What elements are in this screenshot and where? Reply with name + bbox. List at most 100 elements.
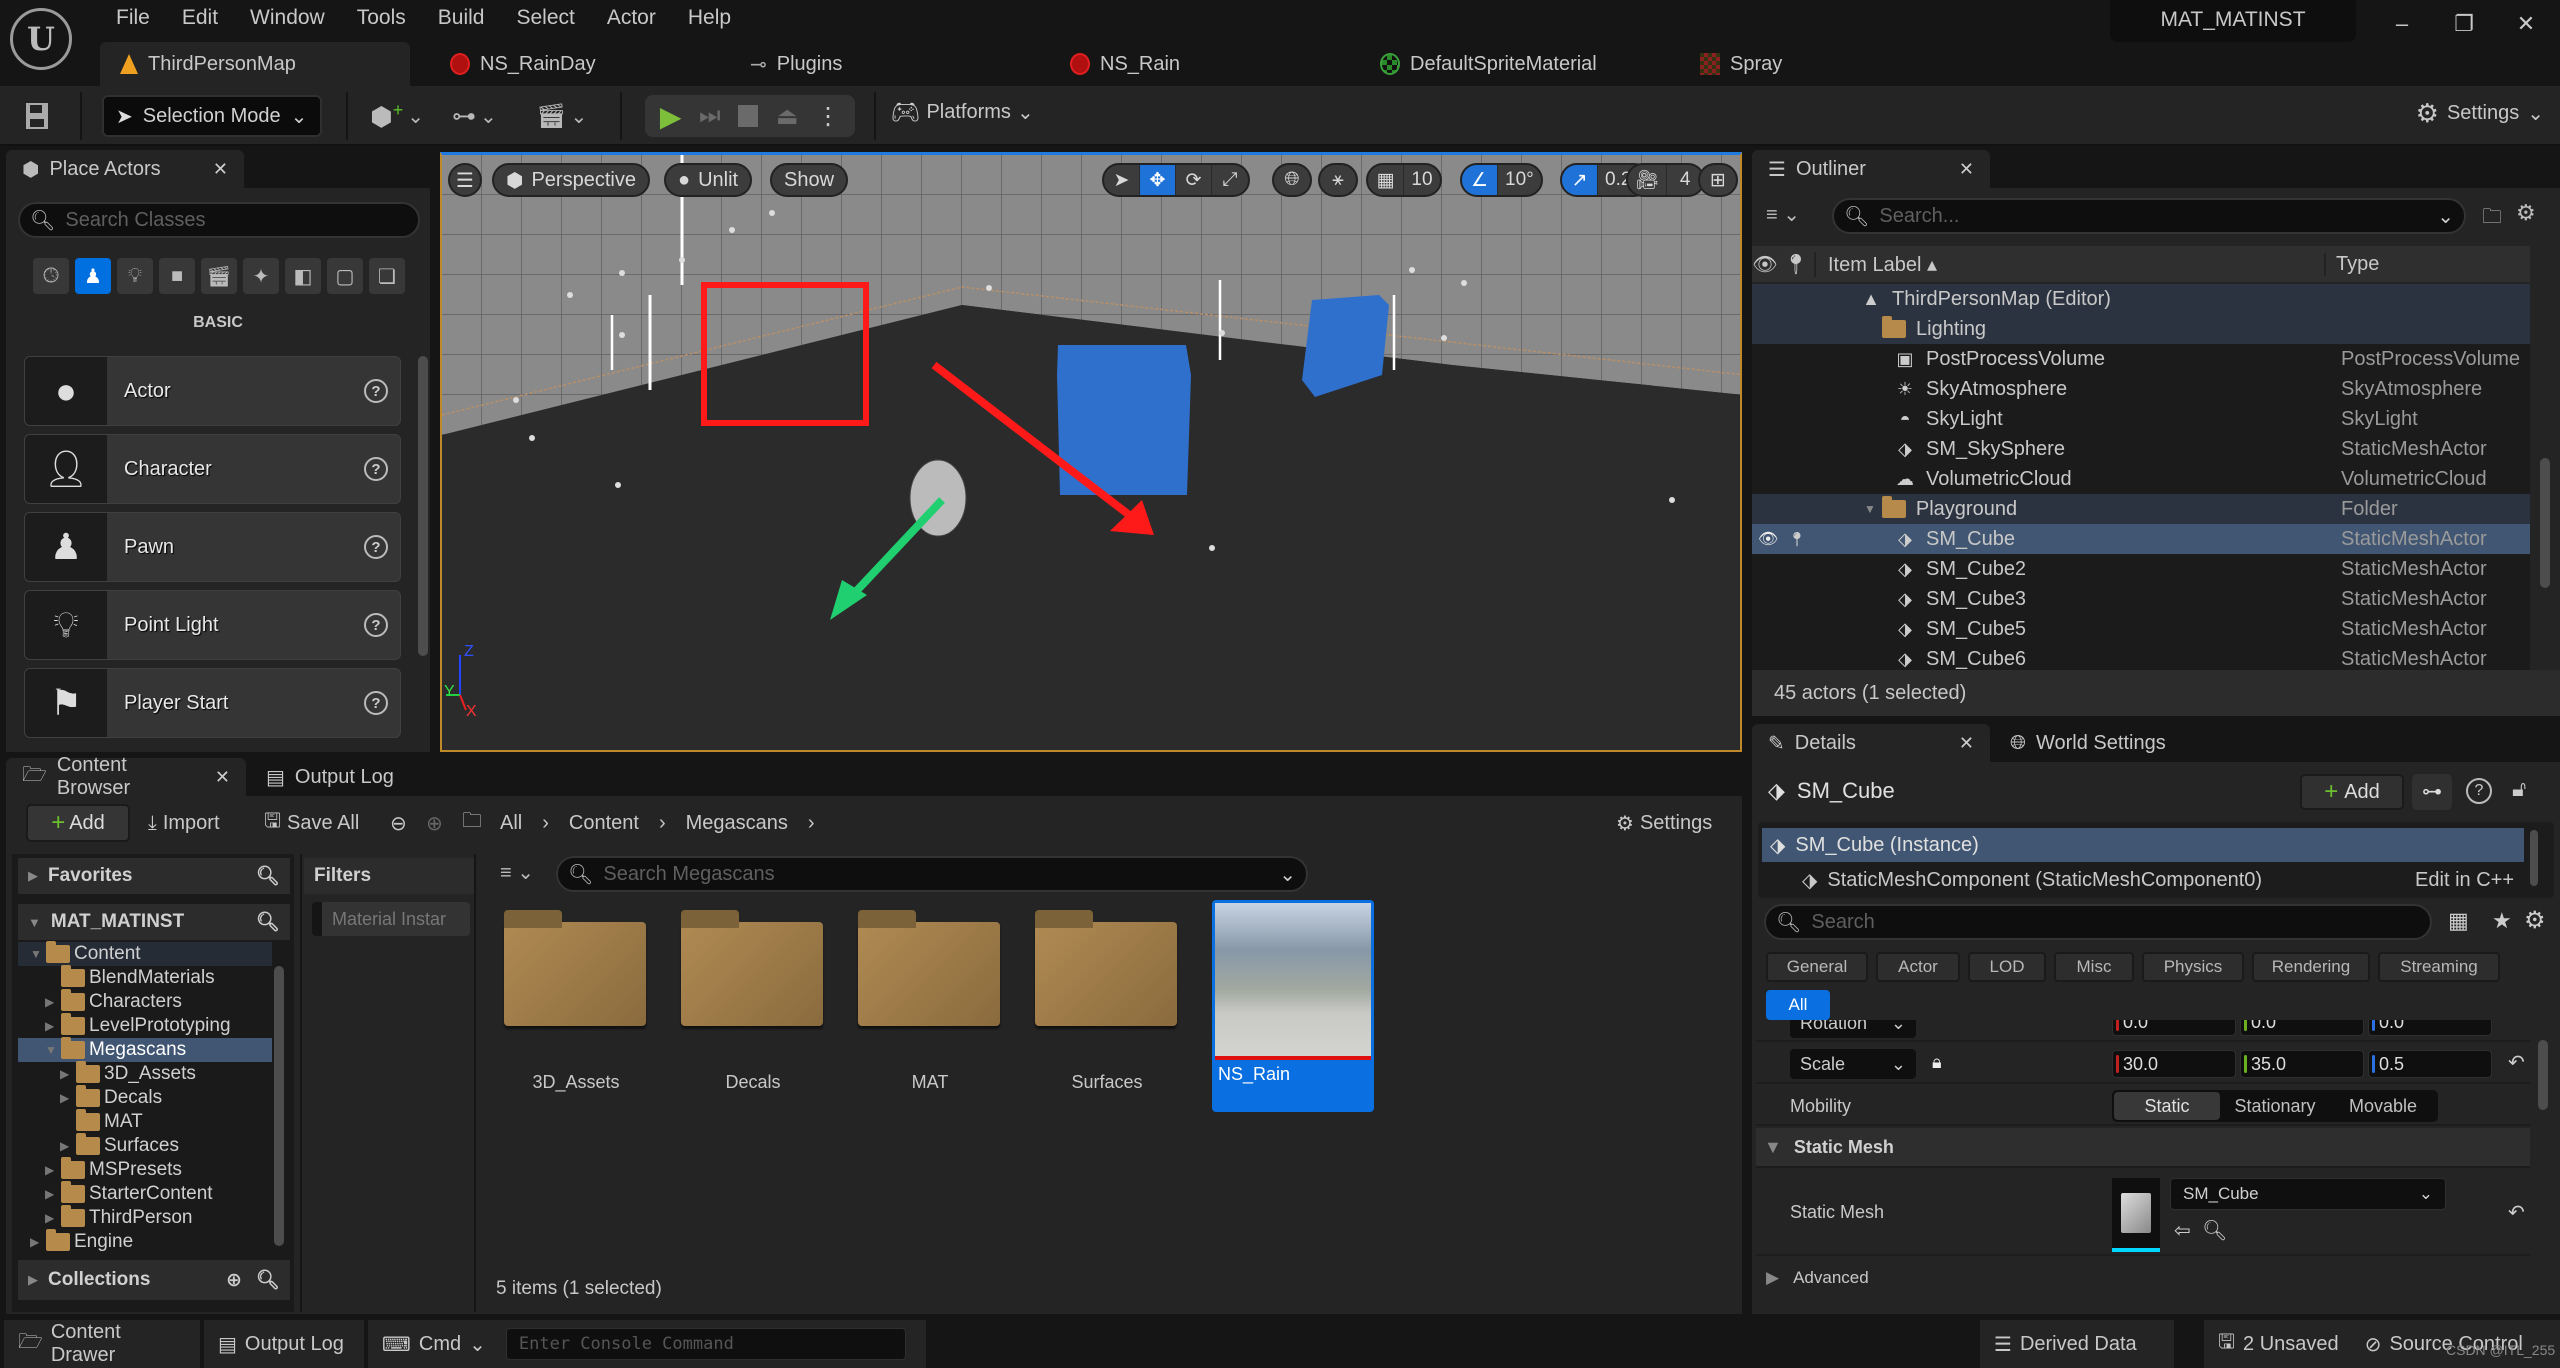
menu-edit[interactable]: Edit bbox=[166, 0, 234, 36]
rotation-snap-value[interactable]: 10° bbox=[1498, 165, 1541, 195]
actor-item-point-light[interactable]: 💡︎ Point Light ? bbox=[24, 590, 401, 660]
breadcrumb-all[interactable]: All bbox=[500, 812, 522, 835]
static-mesh-dropdown[interactable]: SM_Cube ⌄ bbox=[2170, 1178, 2446, 1210]
scrollbar[interactable] bbox=[2538, 1040, 2548, 1110]
show-button[interactable]: Show bbox=[770, 163, 849, 197]
chevron-right-icon[interactable]: ▶ bbox=[60, 1139, 76, 1153]
help-icon[interactable]: ? bbox=[364, 535, 388, 559]
scale-y-field[interactable]: 35.0 bbox=[2240, 1050, 2364, 1078]
close-window-button[interactable]: ✕ bbox=[2504, 4, 2548, 44]
chevron-right-icon[interactable]: ▶ bbox=[45, 1019, 61, 1033]
chevron-right-icon[interactable]: ▶ bbox=[45, 1187, 61, 1201]
cinematic-category-icon[interactable]: 🎬︎ bbox=[201, 258, 237, 294]
filter-misc[interactable]: Misc bbox=[2054, 952, 2134, 982]
add-component-button[interactable]: + Add bbox=[2300, 774, 2404, 810]
tab-world-settings[interactable]: 🌐︎ World Settings bbox=[1994, 724, 2182, 762]
use-selected-icon[interactable]: ⇦ bbox=[2174, 1218, 2191, 1243]
content-drawer-button[interactable]: 🗁 Content Drawer bbox=[4, 1320, 200, 1368]
filter-physics[interactable]: Physics bbox=[2142, 952, 2244, 982]
search-icon[interactable]: 🔍︎ bbox=[256, 864, 280, 888]
outliner-row[interactable]: ▼ Playground Folder bbox=[1752, 494, 2530, 524]
perspective-button[interactable]: ⬢ Perspective bbox=[492, 163, 650, 197]
mesh-thumbnail[interactable] bbox=[2112, 1178, 2160, 1252]
column-type[interactable]: Type bbox=[2324, 252, 2379, 276]
outliner-row[interactable]: ◓ SkyLight SkyLight bbox=[1752, 404, 2530, 434]
help-icon[interactable]: ? bbox=[364, 457, 388, 481]
visibility-icon[interactable]: 👁︎ bbox=[1758, 529, 1778, 549]
rotate-tool-icon[interactable]: ⟳ bbox=[1176, 165, 1212, 195]
search-icon[interactable]: 🔍︎ bbox=[256, 1268, 280, 1292]
search-classes-input[interactable]: 🔍︎ Search Classes bbox=[18, 202, 420, 238]
doc-tab-spray[interactable]: Spray bbox=[1680, 42, 1802, 86]
outliner-row[interactable]: ⬗ SM_SkySphere StaticMeshActor bbox=[1752, 434, 2530, 464]
menu-window[interactable]: Window bbox=[234, 0, 341, 36]
outliner-row[interactable]: ⬗ SM_Cube2 StaticMeshActor bbox=[1752, 554, 2530, 584]
filter-streaming[interactable]: Streaming bbox=[2378, 952, 2500, 982]
reset-icon[interactable]: ↶ bbox=[2508, 1200, 2525, 1225]
doc-tab-plugins[interactable]: ⊸ Plugins bbox=[730, 42, 1030, 86]
scale-dropdown[interactable]: Scale ⌄ bbox=[1790, 1049, 1916, 1079]
cmd-dropdown[interactable]: Cmd bbox=[419, 1333, 461, 1356]
layout-button[interactable]: ⊞ bbox=[1698, 163, 1738, 197]
tab-output-log[interactable]: ▤ Output Log bbox=[250, 758, 410, 796]
platforms-dropdown[interactable]: 🎮︎ Platforms ⌄ bbox=[890, 98, 1034, 127]
mobility-movable[interactable]: Movable bbox=[2330, 1096, 2436, 1117]
close-icon[interactable]: ✕ bbox=[1959, 733, 1974, 754]
scale-z-field[interactable]: 0.5 bbox=[2368, 1050, 2492, 1078]
outliner-row[interactable]: ⬗ SM_Cube6 StaticMeshActor bbox=[1752, 644, 2530, 670]
filter-all[interactable]: All bbox=[1766, 990, 1830, 1020]
translate-tool-icon[interactable]: ✥ bbox=[1140, 165, 1176, 195]
chevron-right-icon[interactable]: ▶ bbox=[45, 1163, 61, 1177]
rotation-snap-icon[interactable]: ∠ bbox=[1462, 165, 1498, 195]
console-command-input[interactable]: Enter Console Command bbox=[505, 1328, 906, 1360]
menu-tools[interactable]: Tools bbox=[341, 0, 422, 36]
forward-button[interactable]: ⊕ bbox=[426, 805, 443, 841]
tab-place-actors[interactable]: ⬢ Place Actors ✕ bbox=[6, 150, 244, 188]
filter-dropdown[interactable]: ≡ ⌄ bbox=[1766, 202, 1800, 227]
select-tool-icon[interactable]: ➤ bbox=[1104, 165, 1140, 195]
filter-chip-material-instance[interactable]: Material Instar bbox=[312, 902, 470, 936]
filter-rendering[interactable]: Rendering bbox=[2252, 952, 2370, 982]
doc-tab-ns-rainday[interactable]: NS_RainDay bbox=[430, 42, 710, 86]
folder-tree-item[interactable]: ▶ Engine bbox=[18, 1229, 272, 1254]
step-icon[interactable]: ⏭ bbox=[699, 102, 721, 130]
doc-tab-ns-rain[interactable]: NS_Rain bbox=[1050, 42, 1340, 86]
collections-header[interactable]: ▶ Collections ⊕ 🔍︎ bbox=[18, 1260, 290, 1300]
outliner-row[interactable]: 👁︎ 📍︎ ⬗ SM_Cube StaticMeshActor bbox=[1752, 524, 2530, 554]
doc-tab-defaultspritematerial[interactable]: DefaultSpriteMaterial bbox=[1360, 42, 1660, 86]
menu-build[interactable]: Build bbox=[422, 0, 501, 36]
close-icon[interactable]: ✕ bbox=[1959, 159, 1974, 180]
settings-dropdown[interactable]: ⚙ Settings ⌄ bbox=[2416, 98, 2544, 129]
mobility-stationary[interactable]: Stationary bbox=[2220, 1096, 2330, 1117]
rotation-y-field[interactable]: 0.0 ° bbox=[2240, 1020, 2364, 1036]
actor-item-pawn[interactable]: ♟ Pawn ? bbox=[24, 512, 401, 582]
gear-icon[interactable]: ⚙ bbox=[2524, 906, 2546, 935]
lock-icon[interactable]: 🔓︎ bbox=[2512, 776, 2526, 802]
save-all-button[interactable]: 🖫 Save All bbox=[264, 805, 359, 841]
help-icon[interactable]: ? bbox=[364, 691, 388, 715]
filter-actor[interactable]: Actor bbox=[1876, 952, 1960, 982]
grid-snap-icon[interactable]: ▦ bbox=[1368, 165, 1404, 195]
blueprint-dropdown[interactable]: ⊶ ⌄ bbox=[452, 98, 497, 134]
help-icon[interactable]: ? bbox=[364, 379, 388, 403]
filter-dropdown[interactable]: ≡ ⌄ bbox=[500, 860, 534, 885]
geometry-category-icon[interactable]: ◧ bbox=[285, 258, 321, 294]
view-mode-button[interactable]: ● Unlit bbox=[664, 163, 753, 197]
add-actor-dropdown[interactable]: ⬢+ ⌄ bbox=[370, 98, 424, 134]
folder-icon[interactable]: 🗀 bbox=[462, 805, 482, 841]
chevron-down-icon[interactable]: ▼ bbox=[30, 947, 46, 961]
blueprint-button[interactable]: ⊶ bbox=[2412, 774, 2452, 810]
mobility-static[interactable]: Static bbox=[2114, 1092, 2220, 1120]
folder-tree-item[interactable]: ▼ Megascans bbox=[18, 1037, 272, 1062]
lights-category-icon[interactable]: 💡︎ bbox=[117, 258, 153, 294]
chevron-right-icon[interactable]: ▶ bbox=[45, 1211, 61, 1225]
play-icon[interactable]: ▶ bbox=[660, 100, 682, 133]
help-icon[interactable]: ? bbox=[2466, 778, 2492, 804]
add-button[interactable]: + Add bbox=[26, 804, 130, 842]
reset-icon[interactable]: ↶ bbox=[2508, 1050, 2525, 1075]
filter-general[interactable]: General bbox=[1766, 952, 1868, 982]
outliner-row[interactable]: ▣ PostProcessVolume PostProcessVolume bbox=[1752, 344, 2530, 374]
filter-lod[interactable]: LOD bbox=[1968, 952, 2046, 982]
derived-data-button[interactable]: ☰ Derived Data bbox=[1980, 1320, 2174, 1368]
cb-settings-button[interactable]: ⚙ Settings bbox=[1616, 805, 1712, 841]
